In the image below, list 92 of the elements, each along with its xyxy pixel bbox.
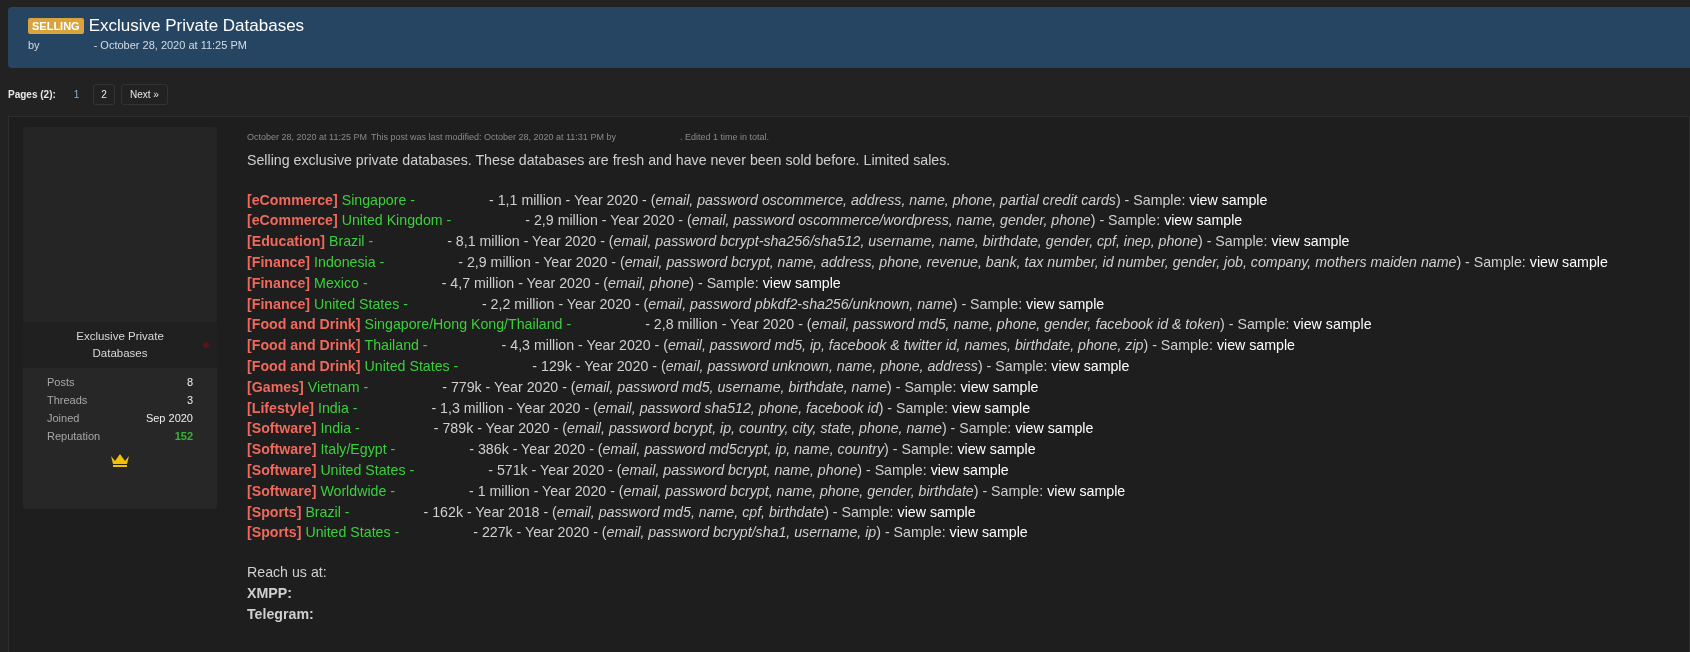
page-link[interactable]: 2 [93, 84, 115, 105]
category-label: [Sports] [247, 502, 302, 522]
listing-details: - 779k - Year 2020 - (email, password md5, username, birthdate, name) - Sample: [442, 377, 957, 397]
listing-details: - 129k - Year 2020 - (email, password unknown, name, phone, address) - Sample: [532, 356, 1048, 376]
listing-details: - 162k - Year 2018 - (email, password md5, name, cpf, birthdate) - Sample: [423, 502, 894, 522]
view-sample-link[interactable]: view sample [952, 397, 1031, 419]
listing-details: - 1 million - Year 2020 - (email, password bcrypt, name, phone, gender, birthdate) - Sample: [469, 481, 1044, 501]
category-label: [Lifestyle] [247, 398, 314, 418]
thread-title: Exclusive Private Databases [88, 16, 305, 36]
page-link[interactable]: 1 [65, 84, 88, 105]
thread-date: - October 28, 2020 at 11:25 PM [93, 39, 247, 51]
region-label: India - [320, 419, 360, 439]
listing-details: - 1,1 million - Year 2020 - (email, password oscommerce, address, name, phone, partial credit cards) - Sample: [489, 190, 1186, 210]
region-label: Mexico - [314, 273, 368, 293]
edited-note: . Edited 1 time in total. [679, 131, 769, 144]
stat-label: Threads [47, 394, 88, 406]
category-label: [Education] [247, 232, 326, 252]
view-sample-link[interactable]: view sample [1189, 189, 1268, 211]
intro-text: Selling exclusive private databases. These databases are fresh and have never been sold before. Limited sales. [247, 150, 952, 170]
category-label: [Finance] [247, 294, 311, 314]
region-label: United States - [320, 460, 415, 480]
region-label: Indonesia - [314, 253, 385, 272]
category-label: [eCommerce] [247, 190, 338, 210]
category-label: [Games] [247, 377, 304, 397]
region-label: Brazil - [305, 502, 350, 522]
by-label: by [28, 39, 40, 51]
view-sample-link[interactable]: view sample [1026, 293, 1105, 315]
listing-details: - 2,9 million - Year 2020 - (email, password bcrypt, name, address, phone, revenue, bank, tax number, id number, gender, job, company, mothers maiden name) - Sample: [458, 253, 1526, 272]
category-label: [Food and Drink] [247, 315, 361, 335]
stat-value: 8 [186, 376, 193, 388]
listing-details: - 4,7 million - Year 2020 - (email, phone) - Sample: [441, 273, 759, 293]
region-label: United States - [314, 294, 408, 314]
category-label: [Software] [247, 460, 317, 480]
view-sample-link[interactable]: view sample [1293, 314, 1372, 336]
view-sample-link[interactable]: view sample [1529, 252, 1608, 273]
selling-tag: SELLING [28, 18, 84, 34]
listing-details: - 227k - Year 2020 - (email, password bcrypt/sha1, username, ip) - Sample: [473, 523, 946, 543]
view-sample-link[interactable]: view sample [960, 376, 1039, 398]
contact-intro: Reach us at: [247, 563, 328, 583]
view-sample-link[interactable]: view sample [930, 459, 1009, 481]
category-label: [eCommerce] [247, 211, 338, 231]
listing-details: - 2,9 million - Year 2020 - (email, password oscommerce/wordpress, name, gender, phone) - Sample: [525, 211, 1161, 231]
view-sample-link[interactable]: view sample [1015, 418, 1094, 440]
listing-details: - 4,3 million - Year 2020 - (email, password md5, ip, facebook & twitter id, names, birthdate, phone, zip) - Sample: [501, 336, 1213, 356]
stat-label: Posts [47, 376, 75, 388]
category-label: [Software] [247, 419, 317, 439]
category-label: [Software] [247, 440, 317, 460]
region-label: United States - [305, 523, 400, 543]
category-label: [Sports] [247, 523, 302, 543]
listing-details: - 571k - Year 2020 - (email, password bcrypt, name, phone) - Sample: [488, 460, 927, 480]
region-label: United Kingdom - [341, 211, 452, 231]
region-label: Italy/Egypt - [320, 440, 396, 460]
pages-label: Pages (2): [8, 89, 56, 100]
view-sample-link[interactable]: view sample [949, 522, 1028, 544]
view-sample-link[interactable]: view sample [1216, 335, 1295, 356]
category-label: [Software] [247, 481, 317, 501]
region-label: Singapore/Hong Kong/Thailand - [364, 315, 572, 335]
region-label: India - [318, 398, 358, 418]
contact-label: XMPP: [247, 583, 293, 603]
contact-label: Telegram: [247, 604, 315, 624]
region-label: Singapore - [341, 190, 416, 210]
modified-note: This post was last modified: October 28, 2020 at 11:31 PM by [370, 131, 616, 144]
view-sample-link[interactable]: view sample [1164, 210, 1243, 232]
category-label: [Finance] [247, 253, 311, 272]
stat-value: 3 [186, 394, 193, 406]
listing-details: - 2,8 million - Year 2020 - (email, password md5, name, phone, gender, facebook id & token) - Sample: [645, 315, 1290, 335]
category-label: [Finance] [247, 273, 311, 293]
stat-label: Joined [47, 412, 80, 424]
view-sample-link[interactable]: view sample [1051, 355, 1130, 377]
category-label: [Food and Drink] [247, 336, 361, 356]
region-label: Brazil - [329, 232, 374, 252]
listing-details: - 386k - Year 2020 - (email, password md5crypt, ip, name, country) - Sample: [469, 440, 954, 460]
listing-details: - 789k - Year 2020 - (email, password bcrypt, ip, country, city, state, phone, name) - Sample: [433, 419, 1012, 439]
region-label: Thailand - [364, 336, 428, 356]
view-sample-link[interactable]: view sample [957, 439, 1036, 460]
stat-value: Sep 2020 [145, 412, 193, 424]
region-label: Vietnam - [307, 377, 369, 397]
stat-value: 152 [174, 430, 193, 442]
category-label: [Food and Drink] [247, 356, 361, 376]
next-page-button[interactable]: Next » [120, 84, 168, 105]
stat-label: Reputation [47, 430, 101, 442]
region-label: United States - [364, 356, 459, 376]
listing-details: - 2,2 million - Year 2020 - (email, password pbkdf2-sha256/unknown, name) - Sample: [481, 294, 1023, 314]
listing-details: - 1,3 million - Year 2020 - (email, password sha512, phone, facebook id) - Sample: [431, 398, 948, 418]
post-date: October 28, 2020 at 11:25 PM [247, 131, 367, 144]
view-sample-link[interactable]: view sample [1271, 231, 1350, 252]
view-sample-link[interactable]: view sample [762, 272, 841, 294]
view-sample-link[interactable]: view sample [1047, 480, 1126, 502]
listing-details: - 8,1 million - Year 2020 - (email, password bcrypt-sha256/sha512, username, name, birthdate, gender, cpf, inep, phone) - Sample: [447, 232, 1268, 252]
crown-icon [109, 452, 131, 468]
region-label: Worldwide - [320, 481, 395, 501]
view-sample-link[interactable]: view sample [897, 501, 976, 523]
